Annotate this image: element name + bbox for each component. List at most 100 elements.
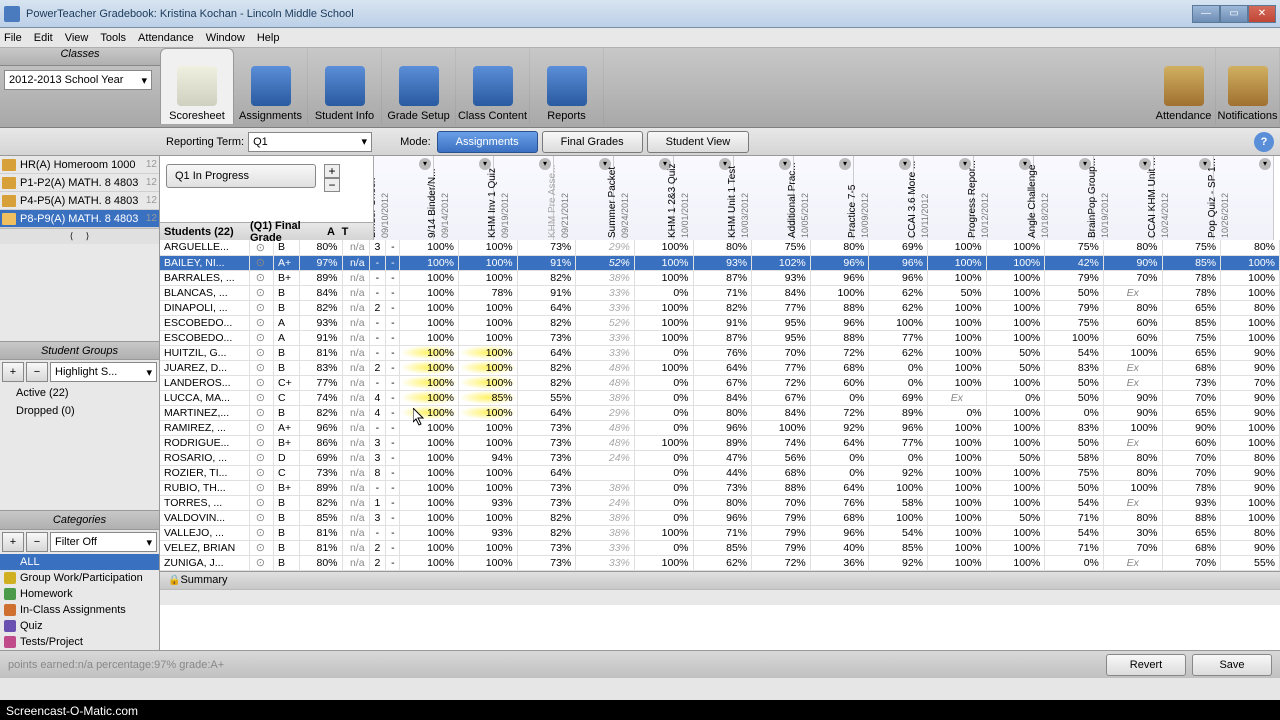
category-item[interactable]: Homework [0, 586, 159, 602]
tab-scoresheet[interactable]: Scoresheet [160, 48, 234, 124]
menu-attendance[interactable]: Attendance [138, 32, 194, 44]
category-item[interactable]: Quiz [0, 618, 159, 634]
close-button[interactable]: ✕ [1248, 5, 1276, 23]
class-item[interactable]: P8-P9(A) MATH. 8 480312 [0, 210, 159, 228]
assignment-header[interactable]: ▾BrainPop Group...10/19/2012 [1094, 156, 1154, 240]
maximize-button[interactable]: ▭ [1220, 5, 1248, 23]
student-row[interactable]: ESCOBEDO...⊙A93%n/a--100%100%82%52%100%9… [160, 315, 1280, 330]
menu-file[interactable]: File [4, 32, 22, 44]
student-row[interactable]: VELEZ, BRIAN⊙B81%n/a2-100%100%73%33%0%85… [160, 540, 1280, 555]
menu-view[interactable]: View [65, 32, 89, 44]
help-icon[interactable]: ? [1254, 132, 1274, 152]
revert-button[interactable]: Revert [1106, 654, 1186, 676]
left-panel: HR(A) Homeroom 100012P1-P2(A) MATH. 8 48… [0, 156, 160, 650]
student-row[interactable]: ESCOBEDO...⊙A91%n/a--100%100%73%33%100%8… [160, 330, 1280, 345]
student-row[interactable]: JUAREZ, D...⊙B83%n/a2-100%100%82%48%100%… [160, 360, 1280, 375]
horizontal-scrollbar[interactable] [160, 589, 1280, 605]
filter-select[interactable]: Filter Off▾ [50, 532, 157, 552]
category-item[interactable]: In-Class Assignments [0, 602, 159, 618]
reporting-term-select[interactable]: Q1▾ [248, 132, 372, 152]
assignment-header[interactable]: ▾Angle Challenge10/18/2012 [1034, 156, 1094, 240]
menu-window[interactable]: Window [206, 32, 245, 44]
zoom-in-button[interactable]: + [324, 164, 340, 178]
tab-student-info[interactable]: Student Info [308, 48, 382, 124]
category-item[interactable]: ALL [0, 554, 159, 570]
assignment-header[interactable]: ▾Practice 7-510/09/2012 [854, 156, 914, 240]
minimize-button[interactable]: — [1192, 5, 1220, 23]
student-row[interactable]: BARRALES, ...⊙B+89%n/a--100%100%82%38%10… [160, 270, 1280, 285]
remove-category-button[interactable]: − [26, 532, 48, 552]
student-row[interactable]: VALLEJO, ...⊙B81%n/a--100%93%82%38%100%7… [160, 525, 1280, 540]
student-row[interactable]: RUBIO, TH...⊙B+89%n/a--100%100%73%38%0%7… [160, 480, 1280, 495]
student-row[interactable]: BAILEY, NI...⊙A+97%n/a--100%100%91%52%10… [160, 255, 1280, 270]
assignment-header[interactable]: ▾Summer Packet09/24/2012 [614, 156, 674, 240]
student-row[interactable]: ZUNIGA, J...⊙B80%n/a2-100%100%73%33%100%… [160, 555, 1280, 570]
student-row[interactable]: LUCCA, MA...⊙C74%n/a4-100%85%55%38%0%84%… [160, 390, 1280, 405]
add-category-button[interactable]: + [2, 532, 24, 552]
tab-assignments[interactable]: Assignments [234, 48, 308, 124]
chevron-down-icon: ▾ [141, 74, 147, 87]
assignment-header[interactable]: ▾Binder Check09/10/2012 [374, 156, 434, 240]
term-progress-button[interactable]: Q1 In Progress [166, 164, 316, 188]
toolbar: Classes 2012-2013 School Year▾ Scoreshee… [0, 48, 1280, 128]
menu-tools[interactable]: Tools [100, 32, 126, 44]
tool-notifications[interactable]: Notifications [1216, 48, 1280, 124]
student-row[interactable]: ARGUELLE...⊙B80%n/a3-100%100%73%29%100%8… [160, 240, 1280, 255]
assignment-header[interactable]: ▾KHM Unit 1 Test10/03/2012 [734, 156, 794, 240]
student-row[interactable]: TORRES, ...⊙B82%n/a1-100%93%73%24%0%80%7… [160, 495, 1280, 510]
save-button[interactable]: Save [1192, 654, 1272, 676]
tab-class-content[interactable]: Class Content [456, 48, 530, 124]
student-row[interactable]: DINAPOLI, ...⊙B82%n/a2-100%100%64%33%100… [160, 300, 1280, 315]
menubar: File Edit View Tools Attendance Window H… [0, 28, 1280, 48]
app-window: PowerTeacher Gradebook: Kristina Kochan … [0, 0, 1280, 700]
remove-group-button[interactable]: − [26, 362, 48, 382]
assignment-header[interactable]: ▾KHM Inv 1 Quiz09/19/2012 [494, 156, 554, 240]
student-row[interactable]: ROSARIO, ...⊙D69%n/a3-100%94%73%24%0%47%… [160, 450, 1280, 465]
tool-attendance[interactable]: Attendance [1152, 48, 1216, 124]
students-column-header[interactable]: Students (22) [164, 226, 250, 238]
tab-grade-setup[interactable]: Grade Setup [382, 48, 456, 124]
status-bar: points earned:n/a percentage:97% grade:A… [0, 650, 1280, 678]
assignment-header[interactable]: ▾CCAI KHM Unit ...10/24/2012 [1154, 156, 1214, 240]
grid-body[interactable]: ARGUELLE...⊙B80%n/a3-100%100%73%29%100%8… [160, 240, 1280, 571]
reporting-label: Reporting Term: [166, 136, 244, 148]
student-row[interactable]: LANDEROS...⊙C+77%n/a--100%100%82%48%0%67… [160, 375, 1280, 390]
assignment-header[interactable]: ▾CCAI 3.6 More ...10/11/2012 [914, 156, 974, 240]
summary-row[interactable]: 🔒 Summary [160, 571, 1280, 589]
group-item[interactable]: Active (22) [0, 384, 159, 402]
watermark: Screencast-O-Matic.com [0, 702, 144, 720]
mode-assignments[interactable]: Assignments [437, 131, 538, 153]
class-item[interactable]: HR(A) Homeroom 100012 [0, 156, 159, 174]
student-row[interactable]: RAMIREZ, ...⊙A+96%n/a--100%100%73%48%0%9… [160, 420, 1280, 435]
assignment-header[interactable]: ▾Additional Prac...10/05/2012 [794, 156, 854, 240]
category-item[interactable]: Group Work/Participation [0, 570, 159, 586]
student-groups-header: Student Groups [0, 341, 159, 361]
assignment-header[interactable]: ▾KHM Pre Asse...09/21/2012 [554, 156, 614, 240]
school-year-select[interactable]: 2012-2013 School Year▾ [4, 70, 152, 90]
student-row[interactable]: BLANCAS, ...⊙B84%n/a--100%78%91%33%0%71%… [160, 285, 1280, 300]
menu-edit[interactable]: Edit [34, 32, 53, 44]
assignment-header[interactable]: ▾9/14 Binder/N...09/14/2012 [434, 156, 494, 240]
group-item[interactable]: Dropped (0) [0, 402, 159, 420]
student-row[interactable]: RODRIGUE...⊙B+86%n/a3-100%100%73%48%100%… [160, 435, 1280, 450]
highlight-select[interactable]: Highlight S...▾ [50, 362, 157, 382]
titlebar: PowerTeacher Gradebook: Kristina Kochan … [0, 0, 1280, 28]
class-item[interactable]: P1-P2(A) MATH. 8 480312 [0, 174, 159, 192]
mode-student-view[interactable]: Student View [647, 131, 750, 153]
add-group-button[interactable]: + [2, 362, 24, 382]
zoom-out-button[interactable]: − [324, 178, 340, 192]
category-item[interactable]: Tests/Project [0, 634, 159, 650]
student-row[interactable]: VALDOVIN...⊙B85%n/a3-100%100%82%38%0%96%… [160, 510, 1280, 525]
student-row[interactable]: HUITZIL, G...⊙B81%n/a--100%100%64%33%0%7… [160, 345, 1280, 360]
assignment-header[interactable]: ▾Pop Quiz - SP 1...10/26/2012 [1214, 156, 1274, 240]
student-row[interactable]: MARTINEZ,...⊙B82%n/a4-100%100%64%29%0%80… [160, 405, 1280, 420]
mode-label: Mode: [400, 136, 431, 148]
assignment-header[interactable]: ▾KHM 1 2&3 Quiz10/01/2012 [674, 156, 734, 240]
menu-help[interactable]: Help [257, 32, 280, 44]
class-item[interactable]: P4-P5(A) MATH. 8 480312 [0, 192, 159, 210]
tab-reports[interactable]: Reports [530, 48, 604, 124]
student-row[interactable]: ROZIER, TI...⊙C73%n/a8-100%100%64%0%44%6… [160, 465, 1280, 480]
mode-final-grades[interactable]: Final Grades [542, 131, 643, 153]
sub-toolbar: Reporting Term: Q1▾ Mode: AssignmentsFin… [0, 128, 1280, 156]
assignment-header[interactable]: ▾Progress Repor...10/12/2012 [974, 156, 1034, 240]
